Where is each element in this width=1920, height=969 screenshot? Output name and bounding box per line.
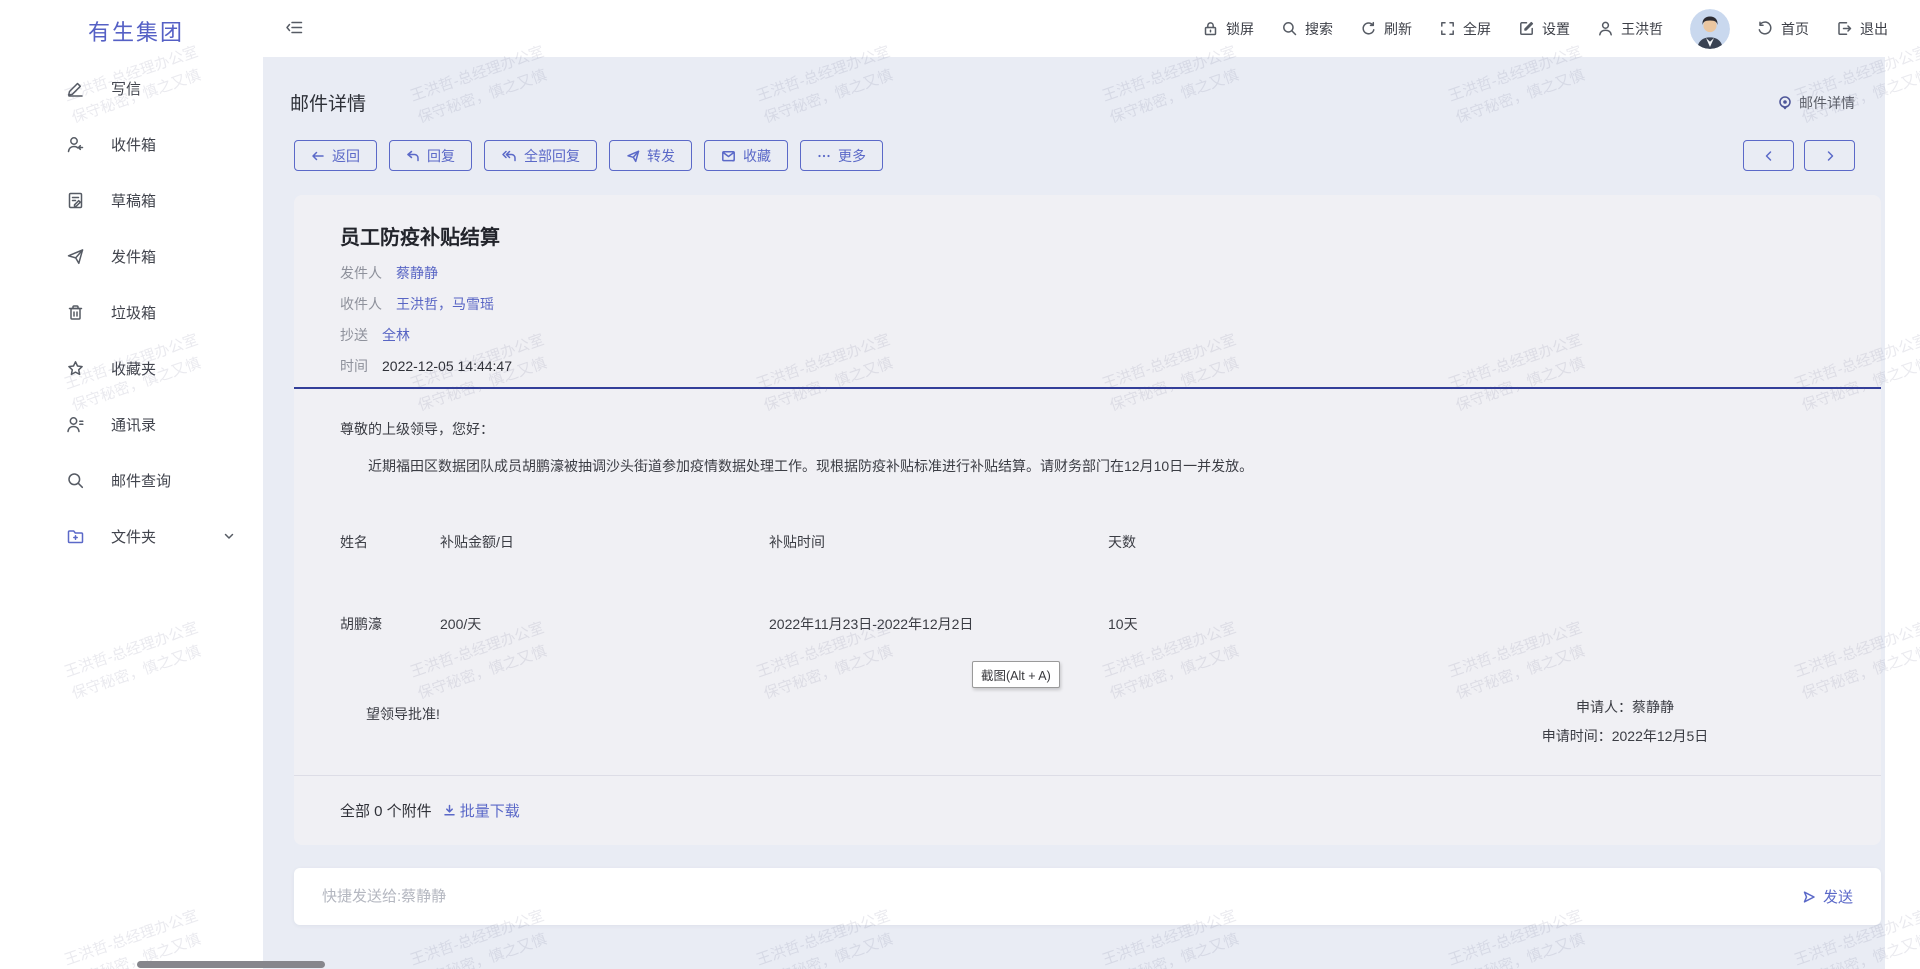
search-icon [1281, 20, 1298, 37]
inbox-icon [66, 135, 85, 154]
applicant: 申请人：蔡静静 [1415, 693, 1835, 722]
current-user[interactable]: 王洪哲 [1597, 19, 1663, 39]
meta-row-cc: 抄送 全林 [340, 319, 512, 350]
pin-icon [1777, 95, 1793, 111]
favorites-icon [66, 359, 85, 378]
back-button[interactable]: 返回 [294, 140, 377, 171]
mail-body: 尊敬的上级领导，您好： 近期福田区数据团队成员胡鹏濠被抽调沙头街道参加疫情数据处… [340, 415, 1835, 724]
home-icon [1757, 20, 1774, 37]
refresh-icon [1360, 20, 1377, 37]
prev-mail-button[interactable] [1743, 140, 1794, 171]
user-icon [1597, 20, 1614, 37]
sidebar-item-drafts[interactable]: 草稿箱 [0, 172, 263, 228]
logout-action[interactable]: 退出 [1836, 19, 1888, 39]
folder-plus-icon [66, 527, 85, 546]
quick-reply-input[interactable] [322, 888, 1801, 905]
subsidy-table: 姓名 补贴金额/日 补贴时间 天数 胡鹏濠 200/天 2022年11月23日-… [340, 532, 1835, 634]
search-action[interactable]: 搜索 [1281, 19, 1333, 39]
forward-button[interactable]: 转发 [609, 140, 692, 171]
batch-download-link[interactable]: 批量下载 [442, 800, 520, 821]
mail-divider [294, 387, 1881, 389]
table-row: 胡鹏濠 200/天 2022年11月23日-2022年12月2日 10天 [340, 614, 1835, 634]
meta-row-to: 收件人 王洪哲，马雪瑶 [340, 288, 512, 319]
sidebar: 有生集团 写信 收件箱 草稿箱 发件箱 垃圾箱 [0, 0, 263, 969]
chevron-down-icon[interactable] [223, 530, 235, 542]
body-greeting: 尊敬的上级领导，您好： [340, 419, 1835, 439]
mail-toolbar: 返回 回复 全部回复 转发 收藏 更多 [294, 140, 883, 171]
mail-subject: 员工防疫补贴结算 [340, 221, 500, 250]
sender-link[interactable]: 蔡静静 [396, 263, 438, 283]
send-button[interactable]: 发送 [1801, 886, 1853, 907]
brand-logo: 有生集团 [88, 15, 184, 47]
compose-icon [66, 79, 85, 98]
sidebar-item-sent[interactable]: 发件箱 [0, 228, 263, 284]
sidebar-item-label: 垃圾箱 [111, 302, 156, 323]
attachments-bar: 全部 0 个附件 批量下载 [294, 775, 1881, 845]
quick-reply-bar: 发送 [294, 868, 1881, 925]
sidebar-item-label: 收件箱 [111, 134, 156, 155]
fullscreen-icon [1439, 20, 1456, 37]
home-action[interactable]: 首页 [1757, 19, 1809, 39]
recipients-link[interactable]: 王洪哲，马雪瑶 [396, 294, 494, 314]
menu-fold-icon[interactable] [285, 18, 304, 37]
main-panel: 邮件详情 邮件详情 返回 回复 全部回复 转发 收藏 更多 [263, 57, 1885, 969]
sidebar-item-mail-search[interactable]: 邮件查询 [0, 452, 263, 508]
drafts-icon [66, 191, 85, 210]
sent-icon [66, 247, 85, 266]
mail-signature: 申请人：蔡静静 申请时间：2022年12月5日 [1415, 693, 1835, 751]
body-paragraph: 近期福田区数据团队成员胡鹏濠被抽调沙头街道参加疫情数据处理工作。现根据防疫补贴标… [340, 456, 1835, 476]
topbar: 锁屏 搜索 刷新 全屏 设置 王洪哲 [263, 0, 1920, 57]
avatar[interactable] [1690, 9, 1730, 49]
reply-button[interactable]: 回复 [389, 140, 472, 171]
logout-icon [1836, 20, 1853, 37]
table-header-row: 姓名 补贴金额/日 补贴时间 天数 [340, 532, 1835, 552]
meta-row-from: 发件人 蔡静静 [340, 257, 512, 288]
sidebar-item-contacts[interactable]: 通讯录 [0, 396, 263, 452]
sidebar-item-label: 收藏夹 [111, 358, 156, 379]
apply-date: 申请时间：2022年12月5日 [1415, 722, 1835, 751]
next-mail-button[interactable] [1804, 140, 1855, 171]
sidebar-item-label: 通讯录 [111, 414, 156, 435]
sidebar-item-label: 文件夹 [111, 526, 156, 547]
reply-all-button[interactable]: 全部回复 [484, 140, 597, 171]
sidebar-item-inbox[interactable]: 收件箱 [0, 116, 263, 172]
mail-detail-card: 员工防疫补贴结算 发件人 蔡静静 收件人 王洪哲，马雪瑶 抄送 全林 时间 20… [294, 195, 1881, 845]
contacts-icon [66, 415, 85, 434]
mail-search-icon [66, 471, 85, 490]
sidebar-item-label: 邮件查询 [111, 470, 171, 491]
meta-row-time: 时间 2022-12-05 14:44:47 [340, 350, 512, 381]
mail-time: 2022-12-05 14:44:47 [382, 358, 512, 374]
sidebar-item-favorites[interactable]: 收藏夹 [0, 340, 263, 396]
more-button[interactable]: 更多 [800, 140, 883, 171]
breadcrumb: 邮件详情 [1777, 93, 1855, 113]
sidebar-item-label: 草稿箱 [111, 190, 156, 211]
settings-action[interactable]: 设置 [1518, 19, 1570, 39]
sidebar-item-label: 写信 [111, 78, 141, 99]
favorite-button[interactable]: 收藏 [704, 140, 788, 171]
sidebar-item-trash[interactable]: 垃圾箱 [0, 284, 263, 340]
sidebar-item-compose[interactable]: 写信 [0, 60, 263, 116]
trash-icon [66, 303, 85, 322]
cc-link[interactable]: 全林 [382, 325, 410, 345]
sidebar-item-folders[interactable]: 文件夹 [0, 508, 263, 564]
sidebar-item-label: 发件箱 [111, 246, 156, 267]
settings-icon [1518, 20, 1535, 37]
screenshot-tooltip: 截图(Alt + A) [972, 661, 1060, 688]
attachments-summary: 全部 0 个附件 [340, 800, 432, 821]
horizontal-scrollbar-thumb[interactable] [137, 961, 325, 968]
lock-icon [1202, 20, 1219, 37]
page-title: 邮件详情 [290, 89, 366, 116]
fullscreen-action[interactable]: 全屏 [1439, 19, 1491, 39]
mail-meta: 发件人 蔡静静 收件人 王洪哲，马雪瑶 抄送 全林 时间 2022-12-05 … [340, 257, 512, 381]
mail-pager [1743, 140, 1855, 171]
lock-screen-action[interactable]: 锁屏 [1202, 19, 1254, 39]
refresh-action[interactable]: 刷新 [1360, 19, 1412, 39]
